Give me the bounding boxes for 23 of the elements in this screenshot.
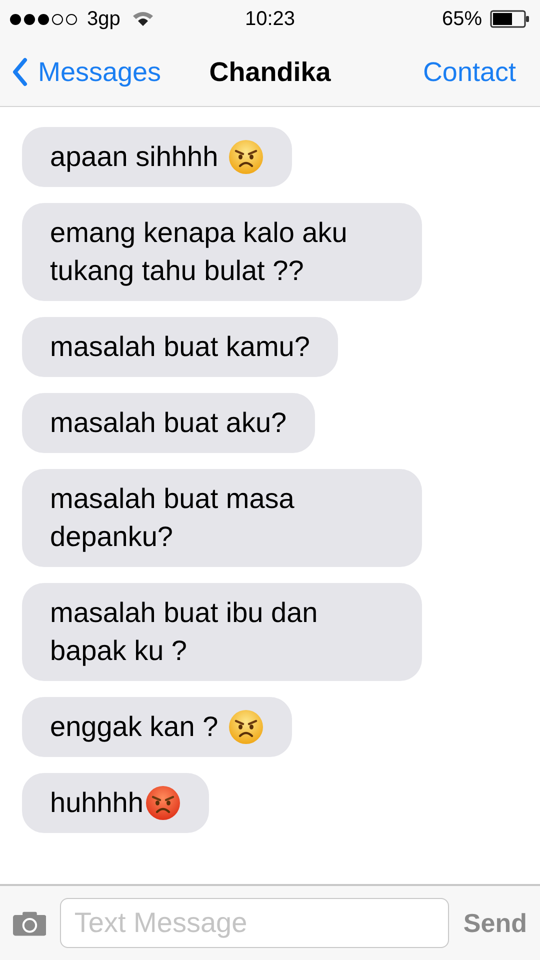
message-bubble: apaan sihhhh	[22, 127, 292, 187]
message-bubble: masalah buat kamu?	[22, 317, 338, 377]
message-bubble: masalah buat ibu dan bapak ku ?	[22, 583, 422, 681]
message-bubble: enggak kan ?	[22, 697, 292, 757]
send-button[interactable]: Send	[463, 904, 527, 942]
status-time: 10:23	[244, 7, 296, 32]
message-bubble: emang kenapa kalo aku tukang tahu bulat ??	[22, 203, 422, 301]
signal-icon	[10, 14, 77, 24]
message-bubble: masalah buat masa depanku?	[22, 469, 422, 567]
message-input[interactable]: Text Message	[60, 898, 450, 948]
battery-percent: 65%	[442, 7, 482, 32]
message-bubble: huhhhh	[22, 773, 210, 833]
conversation-title: Chandika	[209, 56, 331, 89]
message-bubble: masalah buat aku?	[22, 393, 315, 453]
back-button[interactable]: Messages	[12, 52, 162, 92]
contact-button[interactable]: Contact	[422, 52, 516, 92]
battery-icon	[490, 10, 530, 28]
angry-face-icon	[228, 138, 264, 175]
angry-face-icon	[228, 708, 264, 745]
carrier-label: 3gp	[87, 7, 120, 32]
chevron-left-icon	[12, 57, 28, 87]
wifi-icon	[132, 11, 154, 27]
pouting-face-icon	[145, 784, 182, 821]
